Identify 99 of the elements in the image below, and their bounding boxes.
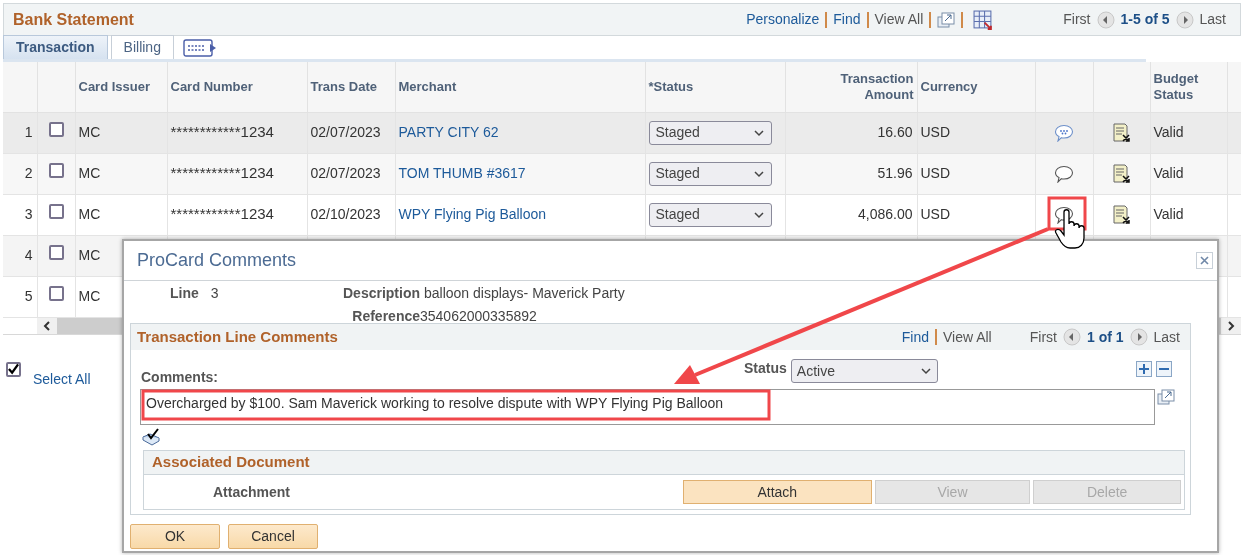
attachment-label: Attachment <box>213 482 291 502</box>
table-cell: 02/10/2023 <box>310 206 381 222</box>
table-cell: MC <box>78 288 101 304</box>
field-label: Reference <box>351 307 420 326</box>
row-number: 3 <box>24 206 33 222</box>
table-cell: ************1234 <box>170 205 274 223</box>
chevron-icon <box>752 127 765 138</box>
document-button[interactable]: Attach <box>683 480 872 504</box>
show-all-columns-icon[interactable] <box>182 38 217 58</box>
download-grid-icon[interactable] <box>973 9 994 30</box>
row-number: 5 <box>24 288 33 304</box>
row-number: 2 <box>24 165 33 181</box>
table-cell: 4,086.00 <box>858 206 913 222</box>
table-cell: ************1234 <box>170 164 274 182</box>
column-header: *Status <box>648 78 694 94</box>
previous-button[interactable] <box>1062 328 1081 346</box>
page-range: 1-5 of 5 <box>1120 10 1170 29</box>
checkbox[interactable] <box>48 245 64 260</box>
section-title: Associated Document <box>152 452 310 473</box>
delete-row-button[interactable] <box>1155 361 1172 377</box>
table-cell: MC <box>78 124 101 140</box>
document-arrows-icon[interactable] <box>1112 205 1131 226</box>
table-cell: MC <box>78 247 101 263</box>
chevron-left-icon <box>43 320 51 331</box>
page-range: 1 of 1 <box>1086 327 1124 347</box>
select-all-link[interactable]: Select All <box>33 368 91 390</box>
table-cell: USD <box>920 124 951 140</box>
column-header: Budget Status <box>1153 70 1199 102</box>
status-dropdown[interactable]: Staged <box>648 120 772 145</box>
field-value: balloon displays- Maverick Party <box>424 284 625 303</box>
find-link[interactable]: Find <box>833 9 861 30</box>
column-header: Card Number <box>170 78 253 94</box>
document-arrows-icon[interactable] <box>1112 123 1131 144</box>
comment-textarea[interactable]: Overcharged by $100. Sam Maverick working to resolve dispute with WPY Flying Pig Balloon <box>140 389 1155 425</box>
checkbox[interactable] <box>48 286 64 301</box>
checkbox[interactable] <box>48 122 64 137</box>
merchant-link[interactable]: PARTY CITY 62 <box>398 124 499 140</box>
close-button[interactable] <box>1196 252 1213 269</box>
checkbox[interactable] <box>48 204 64 219</box>
field-label: Description <box>342 284 420 303</box>
field-value: 3 <box>210 284 219 303</box>
status-dropdown[interactable]: Staged <box>648 161 772 186</box>
merchant-link[interactable]: TOM THUMB #3617 <box>398 165 526 181</box>
row-number: 4 <box>24 247 33 263</box>
column-header: Trans Date <box>310 78 377 94</box>
spell-check-icon[interactable] <box>141 428 161 446</box>
dialog-button[interactable]: OK <box>130 524 220 549</box>
column-header: Card Issuer <box>78 78 151 94</box>
comments-label: Comments: <box>141 368 219 387</box>
last-label: Last <box>1153 327 1180 347</box>
table-cell: MC <box>78 165 101 181</box>
table-cell: 02/07/2023 <box>310 165 381 181</box>
row-number: 1 <box>24 124 33 140</box>
table-cell: USD <box>920 206 951 222</box>
table-cell: ************1234 <box>170 123 274 141</box>
last-label: Last <box>1199 10 1226 29</box>
add-row-button[interactable] <box>1135 361 1152 377</box>
chevron-icon <box>919 366 932 376</box>
chevron-icon <box>752 209 765 220</box>
first-label: First <box>1063 10 1091 29</box>
merchant-link[interactable]: WPY Flying Pig Balloon <box>398 206 547 222</box>
table-cell: Valid <box>1153 124 1184 140</box>
section-title: Transaction Line Comments <box>137 326 338 347</box>
view-all-link[interactable]: View All <box>942 326 992 348</box>
field-value: 354062000335892 <box>420 307 537 326</box>
table-cell: Valid <box>1153 165 1184 181</box>
first-label: First <box>1029 327 1057 347</box>
table-cell: Valid <box>1153 206 1184 222</box>
tab[interactable]: Transaction <box>3 35 108 59</box>
chevron-icon <box>752 168 765 179</box>
next-button[interactable] <box>1175 10 1194 29</box>
personalize-link[interactable]: Personalize <box>746 9 820 30</box>
column-header: Currency <box>920 78 978 94</box>
view-all-link[interactable]: View All <box>874 9 924 30</box>
previous-button[interactable] <box>1096 10 1115 29</box>
status-dropdown[interactable]: Staged <box>648 202 772 227</box>
comment-icon[interactable] <box>1054 165 1074 184</box>
table-cell: 02/07/2023 <box>310 124 381 140</box>
chevron-right-icon <box>1227 320 1235 331</box>
dialog-title: ProCard Comments <box>137 249 297 272</box>
column-header: Transaction Amount <box>840 70 914 102</box>
field-label: Line <box>170 284 199 303</box>
document-arrows-icon[interactable] <box>1112 164 1131 185</box>
table-cell: USD <box>920 165 951 181</box>
tab[interactable]: Billing <box>110 35 174 59</box>
next-button[interactable] <box>1129 328 1148 346</box>
dialog-button[interactable]: Cancel <box>228 524 318 549</box>
table-cell: MC <box>78 206 101 222</box>
comment-filled-icon[interactable] <box>1054 124 1074 143</box>
new-window-icon[interactable] <box>1157 389 1175 405</box>
table-cell: 16.60 <box>877 124 913 140</box>
column-header: Merchant <box>398 78 457 94</box>
checkbox[interactable] <box>48 163 64 178</box>
status-label: Status <box>744 359 787 378</box>
find-link[interactable]: Find <box>901 326 929 348</box>
checkbox[interactable] <box>6 361 21 377</box>
table-cell: 51.96 <box>877 165 913 181</box>
panel-title: Bank Statement <box>13 9 134 30</box>
status-dropdown[interactable]: Active <box>790 359 938 383</box>
